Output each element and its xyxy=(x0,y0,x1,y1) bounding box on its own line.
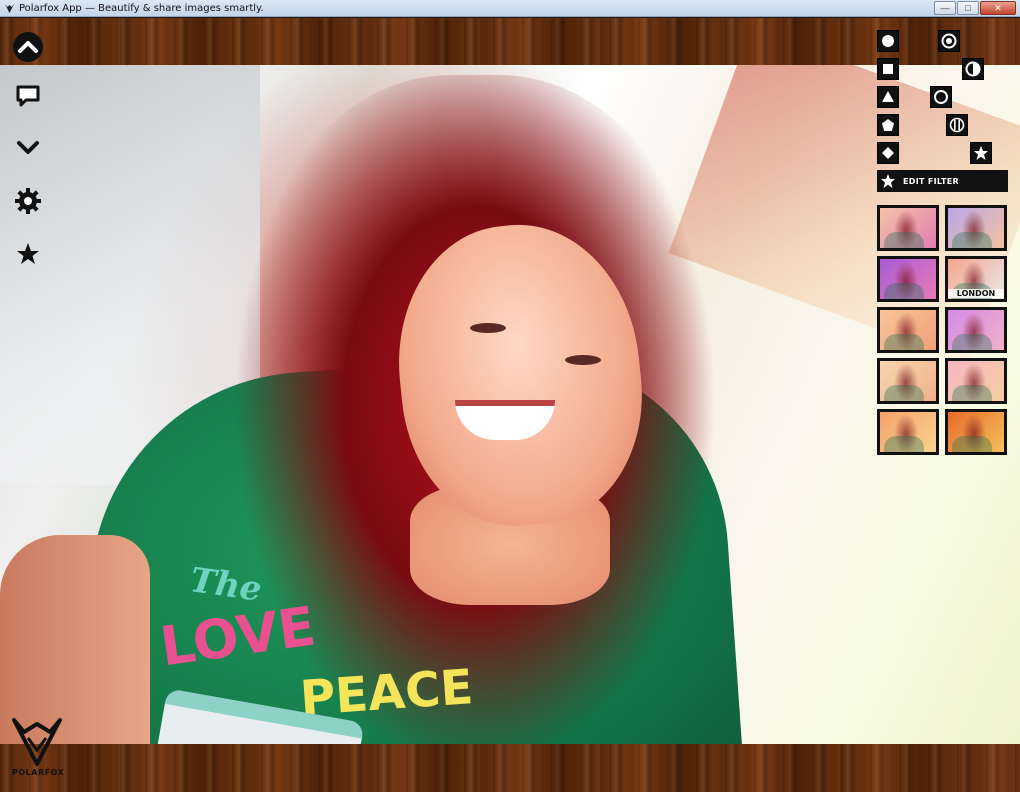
chevron-up-button[interactable] xyxy=(10,29,46,65)
filter-preview xyxy=(880,310,936,350)
shape-half-circle-button[interactable] xyxy=(962,58,984,80)
filter-thumbnail[interactable] xyxy=(877,358,939,404)
star-icon xyxy=(881,174,895,188)
window-title-bar: Polarfox App — Beautify & share images s… xyxy=(0,0,1020,17)
square-icon xyxy=(883,64,893,74)
edit-filter-button[interactable]: EDIT FILTER xyxy=(877,170,1008,192)
filter-preview xyxy=(948,412,1004,452)
settings-button[interactable] xyxy=(10,183,46,219)
filter-thumbnail[interactable] xyxy=(877,256,939,302)
comment-icon xyxy=(16,85,40,107)
filter-thumbnail[interactable]: LONDON xyxy=(945,256,1007,302)
filter-preview xyxy=(880,361,936,401)
circle-striped-icon xyxy=(949,117,965,133)
photo-shirt-print: The LOVE PEACE xyxy=(155,560,475,744)
top-wood-bar xyxy=(0,18,1020,65)
filter-thumbnail[interactable] xyxy=(945,307,1007,353)
photo-eye xyxy=(470,323,506,333)
filter-label: LONDON xyxy=(948,289,1004,298)
filter-preview xyxy=(948,361,1004,401)
filter-preview xyxy=(948,208,1004,248)
chevron-up-icon xyxy=(13,32,43,62)
filter-thumbnail[interactable] xyxy=(945,205,1007,251)
shape-star-button[interactable] xyxy=(970,142,992,164)
triangle-icon xyxy=(882,91,894,102)
circle-target-icon xyxy=(941,33,957,49)
maximize-button[interactable]: □ xyxy=(957,1,979,15)
shape-target-button[interactable] xyxy=(938,30,960,52)
close-button[interactable]: ✕ xyxy=(980,1,1016,15)
shape-pentagon-button[interactable] xyxy=(877,114,899,136)
photo-eye xyxy=(565,355,601,365)
filter-preview: LONDON xyxy=(948,259,1004,299)
chevron-down-icon xyxy=(17,141,39,154)
photo-arm xyxy=(0,535,150,744)
filter-thumbnail[interactable] xyxy=(877,205,939,251)
filter-preview xyxy=(880,259,936,299)
shape-diamond-button[interactable] xyxy=(877,142,899,164)
chevron-down-button[interactable] xyxy=(10,130,46,166)
shape-striped-button[interactable] xyxy=(946,114,968,136)
fox-logo-icon xyxy=(12,718,62,766)
filter-preview xyxy=(880,412,936,452)
star-icon xyxy=(17,243,39,264)
filter-thumbnail[interactable] xyxy=(945,409,1007,455)
filter-thumbnail[interactable] xyxy=(877,307,939,353)
shape-triangle-button[interactable] xyxy=(877,86,899,108)
shape-square-button[interactable] xyxy=(877,58,899,80)
shape-circle-outline-button[interactable] xyxy=(930,86,952,108)
photo-canvas[interactable]: The LOVE PEACE xyxy=(0,65,1020,744)
minimize-button[interactable]: — xyxy=(934,1,956,15)
logo-text: POLARFOX xyxy=(12,768,65,777)
bottom-wood-bar xyxy=(0,744,1020,792)
half-circle-icon xyxy=(965,61,981,77)
comment-button[interactable] xyxy=(10,78,46,114)
favorite-button[interactable] xyxy=(10,236,46,272)
polarfox-logo: POLARFOX xyxy=(10,716,70,782)
filter-preview xyxy=(948,310,1004,350)
app-icon xyxy=(3,2,15,14)
circle-filled-icon xyxy=(882,35,894,47)
filter-thumbnail[interactable] xyxy=(945,358,1007,404)
shape-circle-button[interactable] xyxy=(877,30,899,52)
edit-filter-label: EDIT FILTER xyxy=(903,176,959,186)
diamond-icon xyxy=(882,147,894,159)
pentagon-icon xyxy=(882,119,894,131)
window-title: Polarfox App — Beautify & share images s… xyxy=(19,2,264,14)
star-shape-icon xyxy=(974,146,988,160)
filter-thumbnail[interactable] xyxy=(877,409,939,455)
gear-icon xyxy=(15,188,41,214)
circle-outline-icon xyxy=(934,90,948,104)
filter-preview xyxy=(880,208,936,248)
